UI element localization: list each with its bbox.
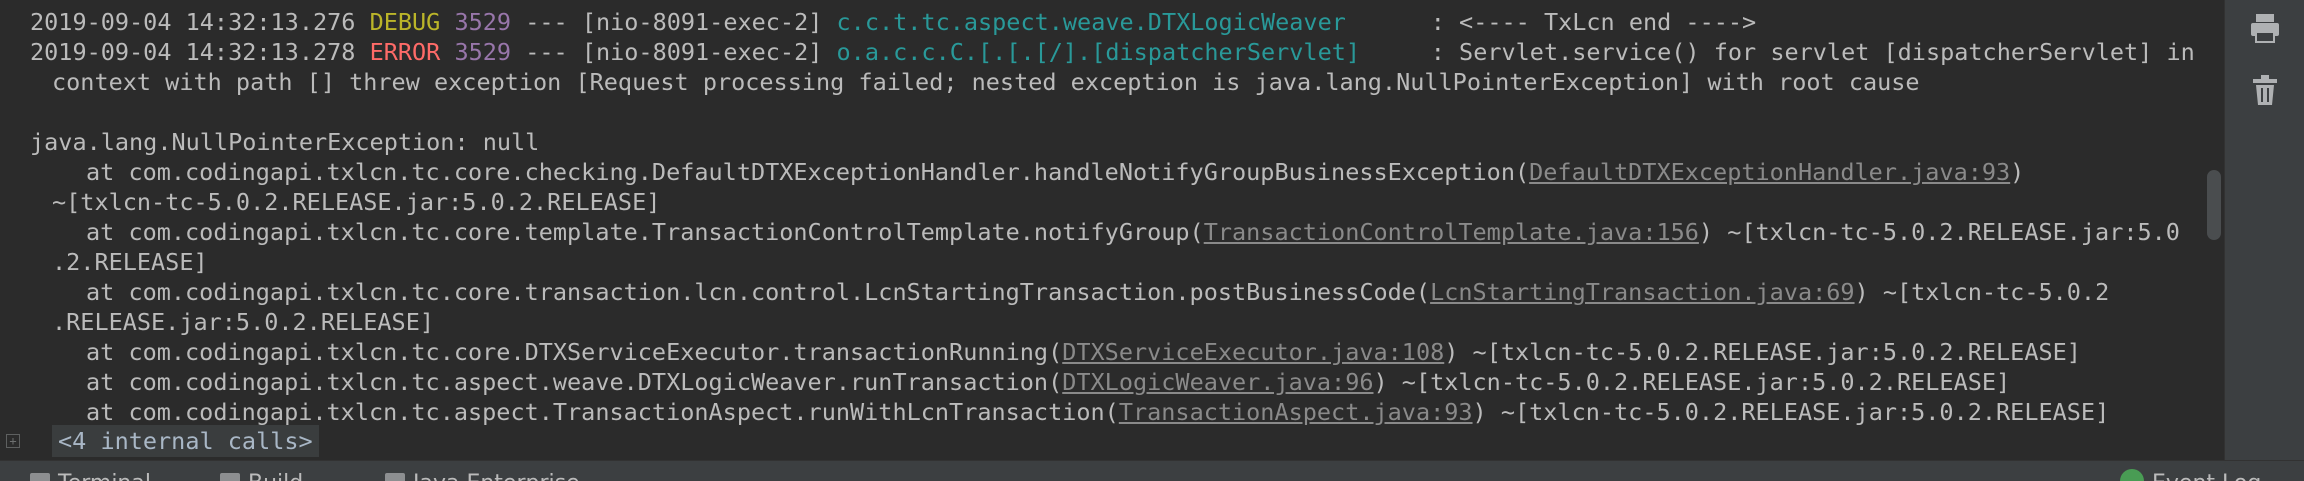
exception-header: java.lang.NullPointerException: null — [30, 128, 540, 156]
frame-continuation: .RELEASE.jar:5.0.2.RELEASE] — [52, 308, 435, 336]
frame-after: ) ~[txlcn-tc-5.0.2.RELEASE.jar:5.0.2.REL… — [1373, 368, 2011, 396]
frame-text: at com.codingapi.txlcn.tc.aspect.weave.D… — [86, 368, 1063, 396]
frame-after: ) ~[txlcn-tc-5.0.2.RELEASE.jar:5.0.2.REL… — [1444, 338, 2081, 366]
expand-fold-icon[interactable]: + — [6, 434, 20, 448]
frame-text: at com.codingapi.txlcn.tc.aspect.Transac… — [86, 398, 1119, 426]
log-separator: --- — [525, 8, 568, 36]
scrollbar-thumb[interactable] — [2207, 170, 2221, 240]
vertical-scrollbar[interactable] — [2202, 0, 2224, 460]
frame-after: ) ~[txlcn-tc-5.0.2.RELEASE.jar:5.0 — [1698, 218, 2180, 246]
stack-frame: at com.codingapi.txlcn.tc.core.template.… — [86, 217, 2180, 247]
internal-calls-fold[interactable]: <4 internal calls> — [52, 425, 319, 457]
log-level: DEBUG — [369, 8, 441, 36]
frame-after: ) ~[txlcn-tc-5.0.2 — [1854, 278, 2110, 306]
log-message-continuation: context with path [] threw exception [Re… — [52, 68, 1920, 96]
stack-frame: at com.codingapi.txlcn.tc.core.DTXServic… — [86, 337, 2081, 367]
log-logger: c.c.t.tc.aspect.weave.DTXLogicWeaver — [836, 8, 1346, 36]
tab-build[interactable]: Build — [220, 469, 303, 481]
source-link[interactable]: LcnStartingTransaction.java:69 — [1430, 278, 1854, 306]
log-message: : <---- TxLcn end ----> — [1430, 8, 1757, 36]
frame-text: at com.codingapi.txlcn.tc.core.checking.… — [86, 158, 1530, 186]
source-link[interactable]: DTXServiceExecutor.java:108 — [1062, 338, 1444, 366]
log-timestamp: 2019-09-04 14:32:13.278 — [30, 38, 356, 66]
stack-frame: at com.codingapi.txlcn.tc.core.checking.… — [86, 157, 2024, 187]
source-link[interactable]: TransactionAspect.java:93 — [1119, 398, 1473, 426]
log-level: ERROR — [369, 38, 441, 66]
log-logger: o.a.c.c.C.[.[.[/].[dispatcherServlet] — [836, 38, 1361, 66]
log-separator: --- — [525, 38, 568, 66]
log-message: : Servlet.service() for servlet [dispatc… — [1430, 38, 2195, 66]
frame-continuation: .2.RELEASE] — [52, 248, 208, 276]
stack-frame: at com.codingapi.txlcn.tc.aspect.Transac… — [86, 397, 2109, 427]
frame-text: at com.codingapi.txlcn.tc.core.transacti… — [86, 278, 1431, 306]
frame-text: at com.codingapi.txlcn.tc.core.DTXServic… — [86, 338, 1063, 366]
source-link[interactable]: TransactionControlTemplate.java:156 — [1204, 218, 1699, 246]
console-side-toolbar — [2224, 0, 2304, 460]
frame-continuation: ~[txlcn-tc-5.0.2.RELEASE.jar:5.0.2.RELEA… — [52, 188, 661, 216]
source-link[interactable]: DefaultDTXExceptionHandler.java:93 — [1529, 158, 2010, 186]
console-output[interactable]: 2019-09-04 14:32:13.276 DEBUG 3529 --- [… — [0, 0, 2202, 460]
tool-window-bar: Terminal Build Java Enterprise Event Log — [0, 460, 2304, 481]
log-line: 2019-09-04 14:32:13.276 DEBUG 3529 --- [… — [30, 7, 1756, 37]
log-pid: 3529 — [454, 38, 512, 66]
log-thread: [nio-8091-exec-2] — [581, 8, 823, 36]
event-log-badge-icon — [2120, 469, 2144, 481]
frame-after: ) — [2010, 158, 2025, 186]
stack-frame: at com.codingapi.txlcn.tc.core.transacti… — [86, 277, 2109, 307]
log-timestamp: 2019-09-04 14:32:13.276 — [30, 8, 356, 36]
trash-icon[interactable] — [2247, 72, 2283, 108]
stack-frame: at com.codingapi.txlcn.tc.aspect.weave.D… — [86, 367, 2010, 397]
printer-icon[interactable] — [2247, 10, 2283, 46]
log-line: 2019-09-04 14:32:13.278 ERROR 3529 --- [… — [30, 37, 2195, 67]
log-pid: 3529 — [454, 8, 512, 36]
frame-after: ) ~[txlcn-tc-5.0.2.RELEASE.jar:5.0.2.REL… — [1472, 398, 2110, 426]
tab-java-enterprise[interactable]: Java Enterprise — [385, 469, 580, 481]
tab-event-log[interactable]: Event Log — [2152, 469, 2261, 481]
source-link[interactable]: DTXLogicWeaver.java:96 — [1062, 368, 1373, 396]
tab-terminal[interactable]: Terminal — [30, 469, 151, 481]
log-thread: [nio-8091-exec-2] — [581, 38, 823, 66]
frame-text: at com.codingapi.txlcn.tc.core.template.… — [86, 218, 1204, 246]
